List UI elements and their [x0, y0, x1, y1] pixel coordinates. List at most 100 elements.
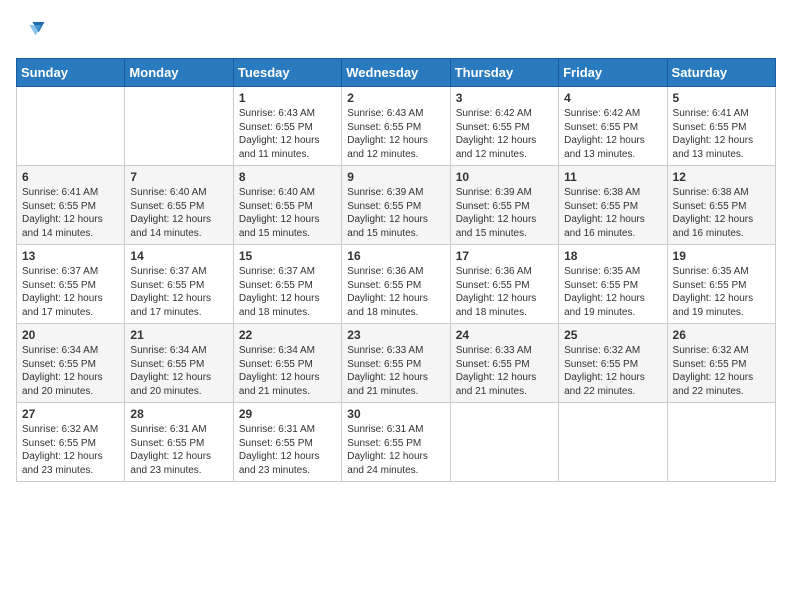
day-info: Sunrise: 6:38 AM Sunset: 6:55 PM Dayligh… — [673, 186, 770, 240]
day-info: Sunrise: 6:37 AM Sunset: 6:55 PM Dayligh… — [22, 265, 119, 319]
calendar-week-row: 6 Sunrise: 6:41 AM Sunset: 6:55 PM Daylig… — [17, 166, 776, 245]
calendar-cell: 26Sunrise: 6:32 AM Sunset: 6:55 PM Dayli… — [667, 324, 775, 403]
calendar-cell: 9Sunrise: 6:39 AM Sunset: 6:55 PM Daylig… — [342, 166, 450, 245]
day-info: Sunrise: 6:36 AM Sunset: 6:55 PM Dayligh… — [347, 265, 444, 319]
day-info: Sunrise: 6:41 AM Sunset: 6:55 PM Dayligh… — [673, 107, 770, 161]
day-number: 1 — [239, 91, 336, 105]
calendar-cell: 29 Sunrise: 6:31 AM Sunset: 6:55 PM Dayli… — [233, 403, 341, 482]
day-number: 29 — [239, 407, 336, 421]
day-number: 25 — [564, 328, 661, 342]
day-number: 21 — [130, 328, 227, 342]
day-info: Sunrise: 6:42 AM Sunset: 6:55 PM Dayligh… — [564, 107, 661, 161]
day-number: 6 — [22, 170, 119, 184]
calendar-week-row: 13 Sunrise: 6:37 AM Sunset: 6:55 PM Dayli… — [17, 245, 776, 324]
calendar-header: SundayMondayTuesdayWednesdayThursdayFrid… — [17, 59, 776, 87]
day-number: 14 — [130, 249, 227, 263]
calendar-cell: 2 Sunrise: 6:43 AM Sunset: 6:55 PM Daylig… — [342, 87, 450, 166]
day-number: 24 — [456, 328, 553, 342]
day-info: Sunrise: 6:37 AM Sunset: 6:55 PM Dayligh… — [130, 265, 227, 319]
day-info: Sunrise: 6:31 AM Sunset: 6:55 PM Dayligh… — [347, 423, 444, 477]
calendar-week-row: 20 Sunrise: 6:34 AM Sunset: 6:55 PM Dayli… — [17, 324, 776, 403]
calendar-cell — [450, 403, 558, 482]
calendar-cell: 28 Sunrise: 6:31 AM Sunset: 6:55 PM Dayli… — [125, 403, 233, 482]
day-number: 12 — [673, 170, 770, 184]
day-number: 17 — [456, 249, 553, 263]
day-of-week-header: Saturday — [667, 59, 775, 87]
calendar-cell: 13 Sunrise: 6:37 AM Sunset: 6:55 PM Dayli… — [17, 245, 125, 324]
calendar-cell: 24 Sunrise: 6:33 AM Sunset: 6:55 PM Dayli… — [450, 324, 558, 403]
calendar-cell: 8 Sunrise: 6:40 AM Sunset: 6:55 PM Daylig… — [233, 166, 341, 245]
day-info: Sunrise: 6:41 AM Sunset: 6:55 PM Dayligh… — [22, 186, 119, 240]
calendar-cell: 22Sunrise: 6:34 AM Sunset: 6:55 PM Dayli… — [233, 324, 341, 403]
day-info: Sunrise: 6:39 AM Sunset: 6:55 PM Dayligh… — [456, 186, 553, 240]
calendar-cell: 23 Sunrise: 6:33 AM Sunset: 6:55 PM Dayli… — [342, 324, 450, 403]
page-header — [16, 16, 776, 46]
day-of-week-header: Wednesday — [342, 59, 450, 87]
day-number: 16 — [347, 249, 444, 263]
calendar-body: 1 Sunrise: 6:43 AM Sunset: 6:55 PM Daylig… — [17, 87, 776, 482]
day-number: 27 — [22, 407, 119, 421]
day-info: Sunrise: 6:32 AM Sunset: 6:55 PM Dayligh… — [564, 344, 661, 398]
day-info: Sunrise: 6:37 AM Sunset: 6:55 PM Dayligh… — [239, 265, 336, 319]
day-number: 15 — [239, 249, 336, 263]
calendar-cell: 19 Sunrise: 6:35 AM Sunset: 6:55 PM Dayli… — [667, 245, 775, 324]
day-number: 8 — [239, 170, 336, 184]
logo-icon — [16, 16, 46, 46]
calendar-cell: 18 Sunrise: 6:35 AM Sunset: 6:55 PM Dayli… — [559, 245, 667, 324]
day-info: Sunrise: 6:39 AM Sunset: 6:55 PM Dayligh… — [347, 186, 444, 240]
calendar-cell: 27 Sunrise: 6:32 AM Sunset: 6:55 PM Dayli… — [17, 403, 125, 482]
calendar-cell — [667, 403, 775, 482]
calendar-cell: 10 Sunrise: 6:39 AM Sunset: 6:55 PM Dayli… — [450, 166, 558, 245]
day-info: Sunrise: 6:40 AM Sunset: 6:55 PM Dayligh… — [130, 186, 227, 240]
calendar-cell: 21 Sunrise: 6:34 AM Sunset: 6:55 PM Dayli… — [125, 324, 233, 403]
calendar-cell — [125, 87, 233, 166]
days-of-week-row: SundayMondayTuesdayWednesdayThursdayFrid… — [17, 59, 776, 87]
calendar-cell: 16 Sunrise: 6:36 AM Sunset: 6:55 PM Dayli… — [342, 245, 450, 324]
day-info: Sunrise: 6:35 AM Sunset: 6:55 PM Dayligh… — [564, 265, 661, 319]
day-number: 5 — [673, 91, 770, 105]
day-info: Sunrise: 6:32 AM Sunset: 6:55 PM Dayligh… — [22, 423, 119, 477]
day-info: Sunrise: 6:36 AM Sunset: 6:55 PM Dayligh… — [456, 265, 553, 319]
day-number: 13 — [22, 249, 119, 263]
day-info: Sunrise: 6:38 AM Sunset: 6:55 PM Dayligh… — [564, 186, 661, 240]
calendar-cell: 11Sunrise: 6:38 AM Sunset: 6:55 PM Dayli… — [559, 166, 667, 245]
day-info: Sunrise: 6:40 AM Sunset: 6:55 PM Dayligh… — [239, 186, 336, 240]
calendar-cell: 6 Sunrise: 6:41 AM Sunset: 6:55 PM Daylig… — [17, 166, 125, 245]
day-number: 2 — [347, 91, 444, 105]
day-number: 7 — [130, 170, 227, 184]
day-number: 10 — [456, 170, 553, 184]
day-number: 18 — [564, 249, 661, 263]
calendar-cell: 17 Sunrise: 6:36 AM Sunset: 6:55 PM Dayli… — [450, 245, 558, 324]
day-number: 28 — [130, 407, 227, 421]
day-number: 30 — [347, 407, 444, 421]
calendar-cell: 14 Sunrise: 6:37 AM Sunset: 6:55 PM Dayli… — [125, 245, 233, 324]
day-info: Sunrise: 6:43 AM Sunset: 6:55 PM Dayligh… — [347, 107, 444, 161]
calendar-week-row: 1 Sunrise: 6:43 AM Sunset: 6:55 PM Daylig… — [17, 87, 776, 166]
day-number: 23 — [347, 328, 444, 342]
day-number: 19 — [673, 249, 770, 263]
day-number: 20 — [22, 328, 119, 342]
calendar-cell: 12 Sunrise: 6:38 AM Sunset: 6:55 PM Dayli… — [667, 166, 775, 245]
day-info: Sunrise: 6:33 AM Sunset: 6:55 PM Dayligh… — [347, 344, 444, 398]
day-of-week-header: Tuesday — [233, 59, 341, 87]
calendar-cell: 1Sunrise: 6:43 AM Sunset: 6:55 PM Daylig… — [233, 87, 341, 166]
day-info: Sunrise: 6:42 AM Sunset: 6:55 PM Dayligh… — [456, 107, 553, 161]
day-number: 4 — [564, 91, 661, 105]
day-info: Sunrise: 6:34 AM Sunset: 6:55 PM Dayligh… — [239, 344, 336, 398]
calendar-cell: 7 Sunrise: 6:40 AM Sunset: 6:55 PM Daylig… — [125, 166, 233, 245]
day-info: Sunrise: 6:33 AM Sunset: 6:55 PM Dayligh… — [456, 344, 553, 398]
day-info: Sunrise: 6:32 AM Sunset: 6:55 PM Dayligh… — [673, 344, 770, 398]
day-info: Sunrise: 6:34 AM Sunset: 6:55 PM Dayligh… — [22, 344, 119, 398]
day-number: 3 — [456, 91, 553, 105]
day-info: Sunrise: 6:31 AM Sunset: 6:55 PM Dayligh… — [130, 423, 227, 477]
calendar-cell — [17, 87, 125, 166]
day-of-week-header: Monday — [125, 59, 233, 87]
day-of-week-header: Friday — [559, 59, 667, 87]
calendar-cell: 4 Sunrise: 6:42 AM Sunset: 6:55 PM Daylig… — [559, 87, 667, 166]
day-info: Sunrise: 6:35 AM Sunset: 6:55 PM Dayligh… — [673, 265, 770, 319]
day-of-week-header: Thursday — [450, 59, 558, 87]
day-info: Sunrise: 6:34 AM Sunset: 6:55 PM Dayligh… — [130, 344, 227, 398]
calendar-week-row: 27 Sunrise: 6:32 AM Sunset: 6:55 PM Dayli… — [17, 403, 776, 482]
calendar-cell: 25 Sunrise: 6:32 AM Sunset: 6:55 PM Dayli… — [559, 324, 667, 403]
day-info: Sunrise: 6:31 AM Sunset: 6:55 PM Dayligh… — [239, 423, 336, 477]
